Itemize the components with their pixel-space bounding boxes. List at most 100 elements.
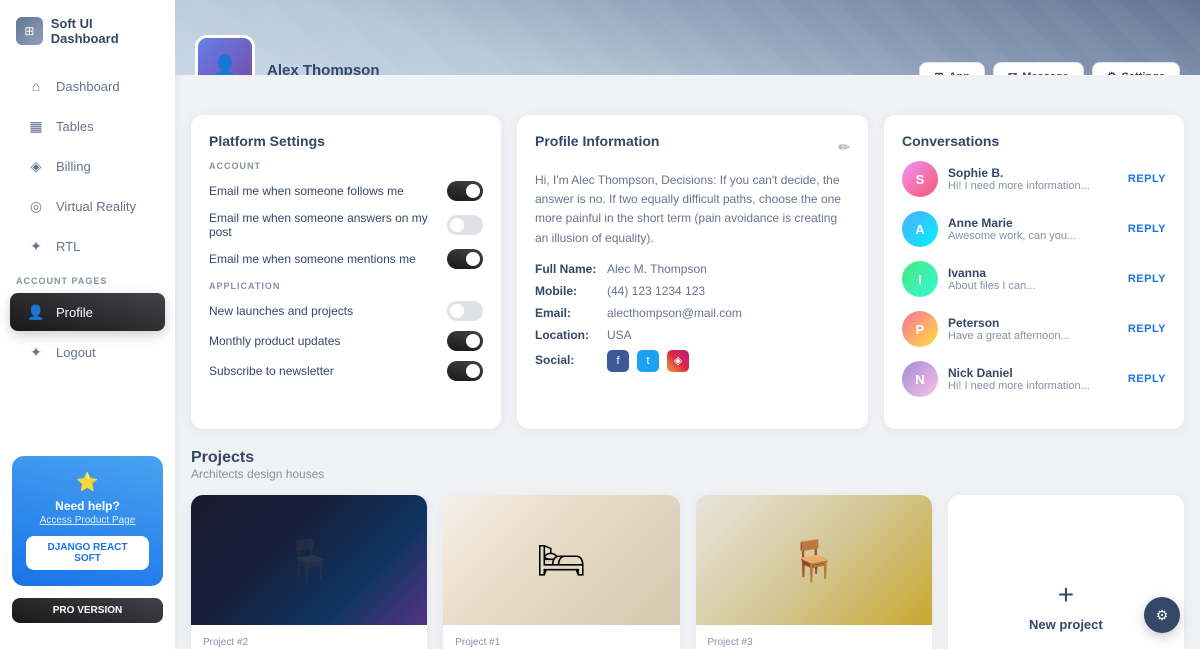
conv-name-peterson: Peterson (948, 316, 1118, 330)
pro-version-button[interactable]: PRO VERSION (12, 598, 163, 623)
conv-info-nick: Nick Daniel Hi! I need more information.… (948, 366, 1118, 392)
logo-text: Soft UI Dashboard (51, 16, 159, 46)
vr-icon: ◎ (26, 196, 46, 216)
profile-avatar: 👤 (195, 35, 255, 75)
sidebar-item-billing[interactable]: ◈ Billing (10, 147, 165, 185)
sidebar-label-tables: Tables (56, 119, 94, 134)
profile-icon: 👤 (26, 302, 46, 322)
sidebar-label-profile: Profile (56, 305, 93, 320)
conversations-card: Conversations S Sophie B. Hi! I need mor… (884, 115, 1184, 429)
toggle-mentions[interactable] (447, 249, 483, 269)
project-img-modern: 🪑 (191, 495, 427, 625)
mobile-value: (44) 123 1234 123 (607, 284, 705, 298)
conv-name-sophie: Sophie B. (948, 166, 1118, 180)
sidebar-item-logout[interactable]: ✦ Logout (10, 333, 165, 371)
project-num-modern: Project #2 (203, 637, 415, 648)
project-body-modern: Project #2 Modern As Uber works through … (191, 625, 427, 649)
settings-button[interactable]: ⚙ Settings (1092, 62, 1180, 75)
toggle-follow[interactable] (447, 181, 483, 201)
conv-msg-anne: Awesome work, can you... (948, 230, 1118, 242)
sidebar-label-rtl: RTL (56, 239, 80, 254)
promo-title: Need help? (26, 499, 149, 513)
reply-btn-sophie[interactable]: REPLY (1128, 173, 1166, 185)
sidebar-item-profile[interactable]: 👤 Profile (10, 293, 165, 331)
toggle-label-mentions: Email me when someone mentions me (209, 252, 416, 266)
account-section-label: ACCOUNT (209, 161, 483, 171)
toggle-answers[interactable] (447, 215, 483, 235)
sidebar-item-rtl[interactable]: ✦ RTL (10, 227, 165, 265)
conv-info-peterson: Peterson Have a great afternoon... (948, 316, 1118, 342)
header-banner: 👤 Alex Thompson CEO / Co-Founder ⊞ App ✉… (175, 0, 1200, 75)
sidebar-item-tables[interactable]: ▦ Tables (10, 107, 165, 145)
conv-avatar-ivanna: I (902, 261, 938, 297)
app-button[interactable]: ⊞ App (919, 62, 985, 75)
conv-name-ivanna: Ivanna (948, 266, 1118, 280)
conv-msg-peterson: Have a great afternoon... (948, 330, 1118, 342)
toggle-row-launches: New launches and projects (209, 301, 483, 321)
conv-avatar-nick: N (902, 361, 938, 397)
sidebar-item-dashboard[interactable]: ⌂ Dashboard (10, 67, 165, 105)
promo-button[interactable]: DJANGO REACT SOFT (26, 536, 149, 570)
project-card-scandinavian[interactable]: 🛏 Project #1 Scandinavian Music is somet… (443, 495, 679, 649)
toggle-label-answers: Email me when someone answers on my post (209, 211, 447, 239)
conv-avatar-peterson: P (902, 311, 938, 347)
app-icon: ⊞ (934, 70, 943, 75)
reply-btn-peterson[interactable]: REPLY (1128, 323, 1166, 335)
reply-btn-nick[interactable]: REPLY (1128, 373, 1166, 385)
email-label: Email: (535, 306, 603, 320)
message-icon: ✉ (1008, 70, 1017, 75)
facebook-icon[interactable]: f (607, 350, 629, 372)
social-icons: f t ◈ (607, 350, 689, 372)
cards-row: Platform Settings ACCOUNT Email me when … (191, 115, 1184, 429)
project-card-modern[interactable]: 🪑 Project #2 Modern As Uber works throug… (191, 495, 427, 649)
billing-icon: ◈ (26, 156, 46, 176)
message-button[interactable]: ✉ Message (993, 62, 1084, 75)
main-area: 👤 Alex Thompson CEO / Co-Founder ⊞ App ✉… (175, 0, 1200, 649)
toggle-label-updates: Monthly product updates (209, 334, 340, 348)
sidebar-label-billing: Billing (56, 159, 91, 174)
conv-avatar-img-ivanna: I (902, 261, 938, 297)
reply-btn-anne[interactable]: REPLY (1128, 223, 1166, 235)
toggle-newsletter[interactable] (447, 361, 483, 381)
conv-avatar-img-anne: A (902, 211, 938, 247)
promo-subtitle[interactable]: Access Product Page (26, 515, 149, 526)
conv-item-sophie: S Sophie B. Hi! I need more information.… (902, 161, 1166, 197)
conv-msg-ivanna: About files I can... (948, 280, 1118, 292)
sidebar-item-virtual-reality[interactable]: ◎ Virtual Reality (10, 187, 165, 225)
new-project-plus-icon: + (1058, 579, 1074, 611)
conv-avatar-img-nick: N (902, 361, 938, 397)
profile-header: 👤 Alex Thompson CEO / Co-Founder ⊞ App ✉… (195, 35, 1180, 75)
toggle-row-newsletter: Subscribe to newsletter (209, 361, 483, 381)
promo-star: ⭐ (26, 472, 149, 493)
profile-info-title: Profile Information (535, 133, 659, 149)
twitter-icon[interactable]: t (637, 350, 659, 372)
toggle-launches[interactable] (447, 301, 483, 321)
conv-msg-sophie: Hi! I need more information... (948, 180, 1118, 192)
toggle-label-newsletter: Subscribe to newsletter (209, 364, 334, 378)
instagram-icon[interactable]: ◈ (667, 350, 689, 372)
projects-section: Projects Architects design houses 🪑 Proj… (191, 449, 1184, 649)
sidebar-logo: ⊞ Soft UI Dashboard (0, 16, 175, 66)
toggle-row-follow: Email me when someone follows me (209, 181, 483, 201)
reply-btn-ivanna[interactable]: REPLY (1128, 273, 1166, 285)
toggle-updates[interactable] (447, 331, 483, 351)
location-label: Location: (535, 328, 603, 342)
toggle-row-updates: Monthly product updates (209, 331, 483, 351)
platform-settings-title: Platform Settings (209, 133, 483, 149)
profile-bio: Hi, I'm Alec Thompson, Decisions: If you… (535, 171, 850, 248)
project-card-minimalist[interactable]: 🪑 Project #3 Minimalist Different people… (696, 495, 932, 649)
profile-information-card: Profile Information ✏ Hi, I'm Alec Thomp… (517, 115, 868, 429)
message-label: Message (1022, 71, 1068, 76)
content-area: Platform Settings ACCOUNT Email me when … (175, 75, 1200, 649)
settings-fab-button[interactable]: ⚙ (1144, 597, 1180, 633)
projects-title: Projects (191, 449, 1184, 467)
project-img-minimalist: 🪑 (696, 495, 932, 625)
email-value: alecthompson@mail.com (607, 306, 742, 320)
social-label: Social: (535, 353, 603, 367)
app-label: App (949, 71, 970, 76)
conv-avatar-img-sophie: S (902, 161, 938, 197)
social-row: Social: f t ◈ (535, 350, 850, 372)
projects-grid: 🪑 Project #2 Modern As Uber works throug… (191, 495, 1184, 649)
edit-profile-button[interactable]: ✏ (838, 139, 850, 156)
conv-avatar-img-peterson: P (902, 311, 938, 347)
